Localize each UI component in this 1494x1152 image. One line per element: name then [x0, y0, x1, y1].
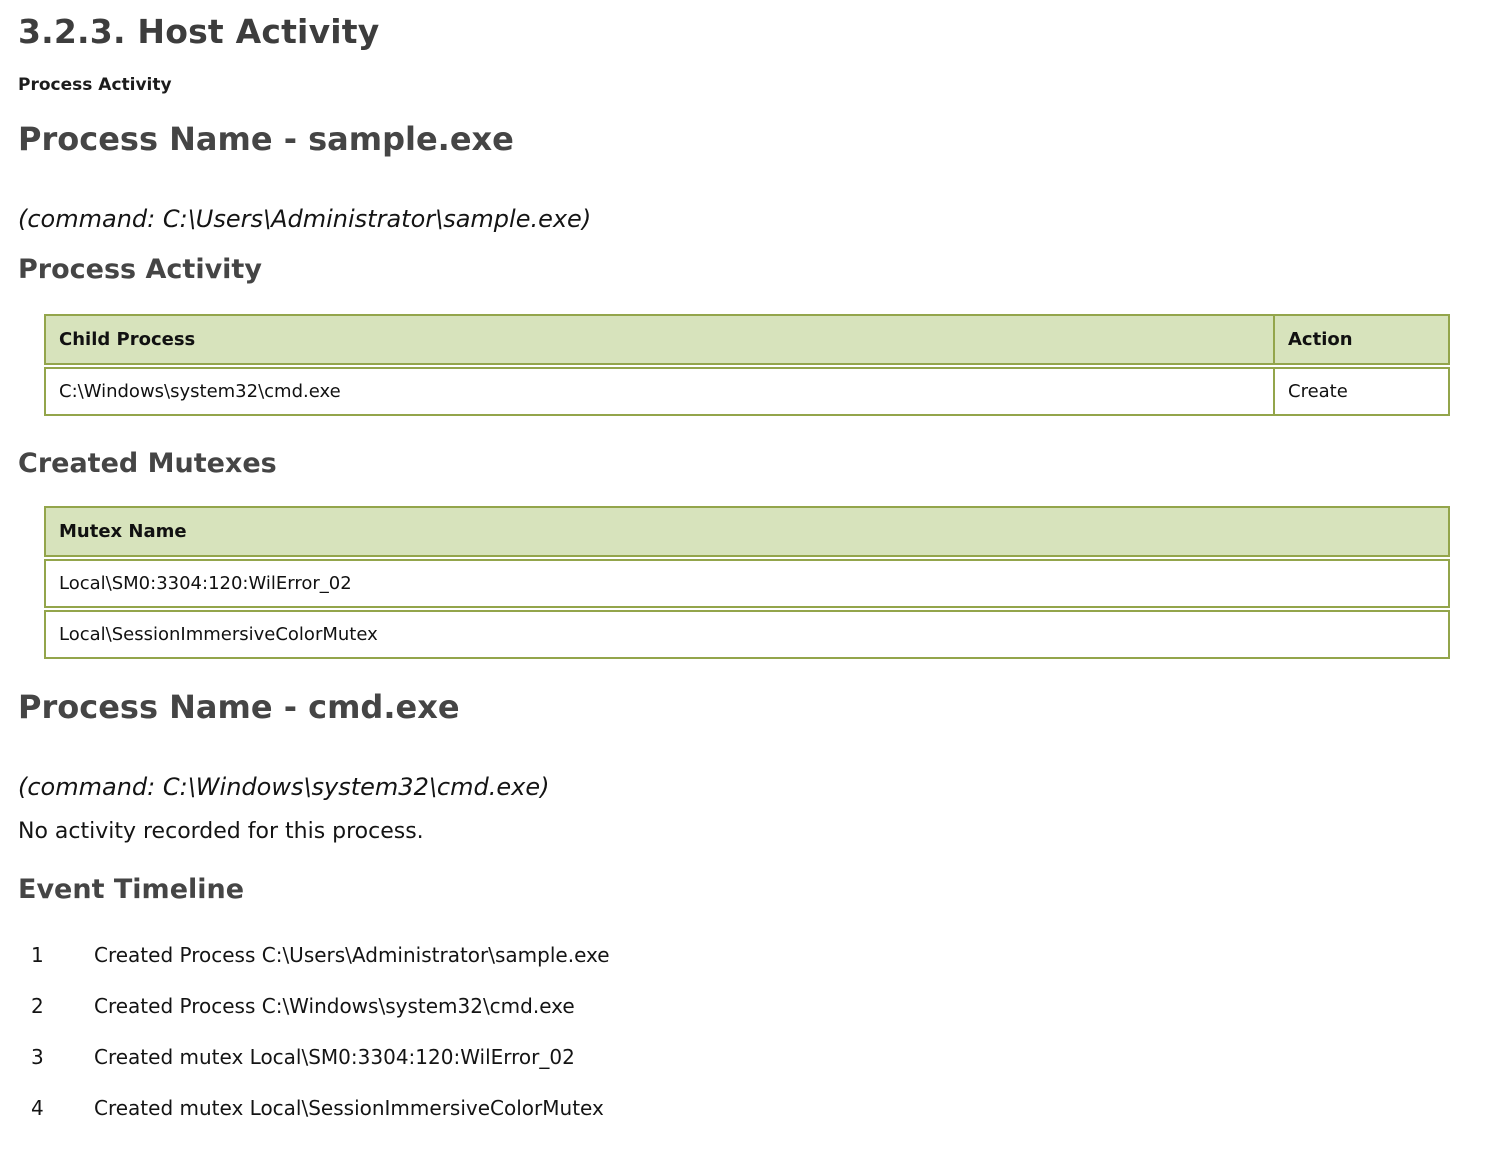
timeline-event: 1 Created Process C:\Users\Administrator… [18, 943, 1450, 994]
event-index: 3 [18, 1045, 94, 1069]
mutex-name-cell: Local\SessionImmersiveColorMutex [44, 610, 1450, 659]
timeline-event: 2 Created Process C:\Windows\system32\cm… [18, 994, 1450, 1045]
event-text: Created mutex Local\SM0:3304:120:WilErro… [94, 1045, 1450, 1069]
event-timeline-list: 1 Created Process C:\Users\Administrator… [18, 943, 1450, 1147]
child-process-cell: C:\Windows\system32\cmd.exe [44, 367, 1274, 416]
event-text: Created Process C:\Windows\system32\cmd.… [94, 994, 1450, 1018]
process-activity-label: Process Activity [18, 75, 1450, 95]
table-header-row: Child Process Action [44, 314, 1450, 365]
event-timeline-heading: Event Timeline [18, 874, 1450, 905]
child-process-header: Child Process [44, 314, 1274, 365]
process-title-cmd: Process Name - cmd.exe [18, 688, 1450, 726]
event-index: 2 [18, 994, 94, 1018]
process-activity-heading: Process Activity [18, 254, 1450, 285]
mutex-table: Mutex Name Local\SM0:3304:120:WilError_0… [44, 504, 1450, 661]
event-text: Created mutex Local\SessionImmersiveColo… [94, 1096, 1450, 1120]
action-header: Action [1274, 314, 1450, 365]
command-line-sample: (command: C:\Users\Administrator\sample.… [18, 205, 1450, 233]
event-index: 4 [18, 1096, 94, 1120]
mutex-name-cell: Local\SM0:3304:120:WilError_02 [44, 559, 1450, 608]
table-row: C:\Windows\system32\cmd.exe Create [44, 367, 1450, 416]
table-header-row: Mutex Name [44, 506, 1450, 557]
report-page: 3.2.3. Host Activity Process Activity Pr… [0, 0, 1494, 1152]
timeline-event: 3 Created mutex Local\SM0:3304:120:WilEr… [18, 1045, 1450, 1096]
event-index: 1 [18, 943, 94, 967]
timeline-event: 4 Created mutex Local\SessionImmersiveCo… [18, 1096, 1450, 1147]
command-line-cmd: (command: C:\Windows\system32\cmd.exe) [18, 773, 1450, 801]
process-title-sample: Process Name - sample.exe [18, 120, 1450, 158]
created-mutexes-heading: Created Mutexes [18, 448, 1450, 479]
action-cell: Create [1274, 367, 1450, 416]
table-row: Local\SM0:3304:120:WilError_02 [44, 559, 1450, 608]
table-row: Local\SessionImmersiveColorMutex [44, 610, 1450, 659]
no-activity-text: No activity recorded for this process. [18, 819, 1450, 844]
section-title: 3.2.3. Host Activity [18, 12, 1450, 51]
child-process-table: Child Process Action C:\Windows\system32… [44, 312, 1450, 418]
event-text: Created Process C:\Users\Administrator\s… [94, 943, 1450, 967]
mutex-name-header: Mutex Name [44, 506, 1450, 557]
